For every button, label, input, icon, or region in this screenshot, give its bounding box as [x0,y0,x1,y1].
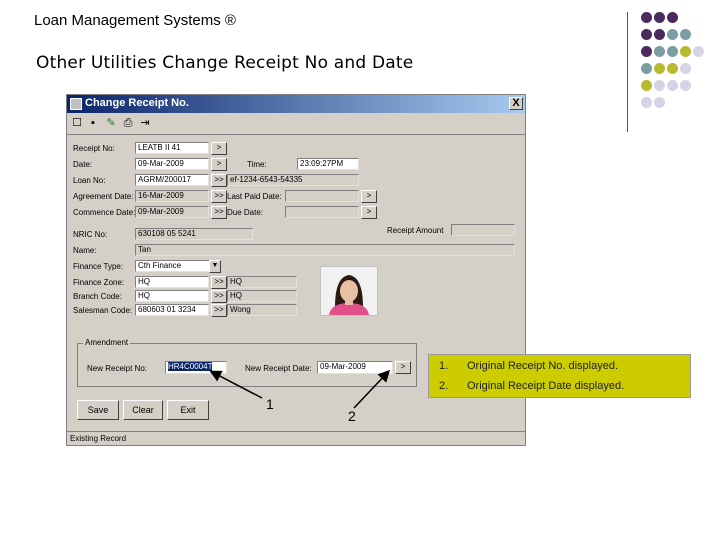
note-text: Original Receipt No. displayed. [467,360,619,372]
arrow-1 [209,370,263,399]
note-text: Original Receipt Date displayed. [467,380,625,392]
callout-notes: 1. Original Receipt No. displayed. 2. Or… [428,354,691,398]
arrow-2 [353,369,391,409]
note-number: 2. [439,380,449,392]
note-number: 1. [439,360,449,372]
callout-marker-2: 2 [348,408,356,424]
callout-arrows [209,369,391,409]
callout-marker-1: 1 [266,396,274,412]
